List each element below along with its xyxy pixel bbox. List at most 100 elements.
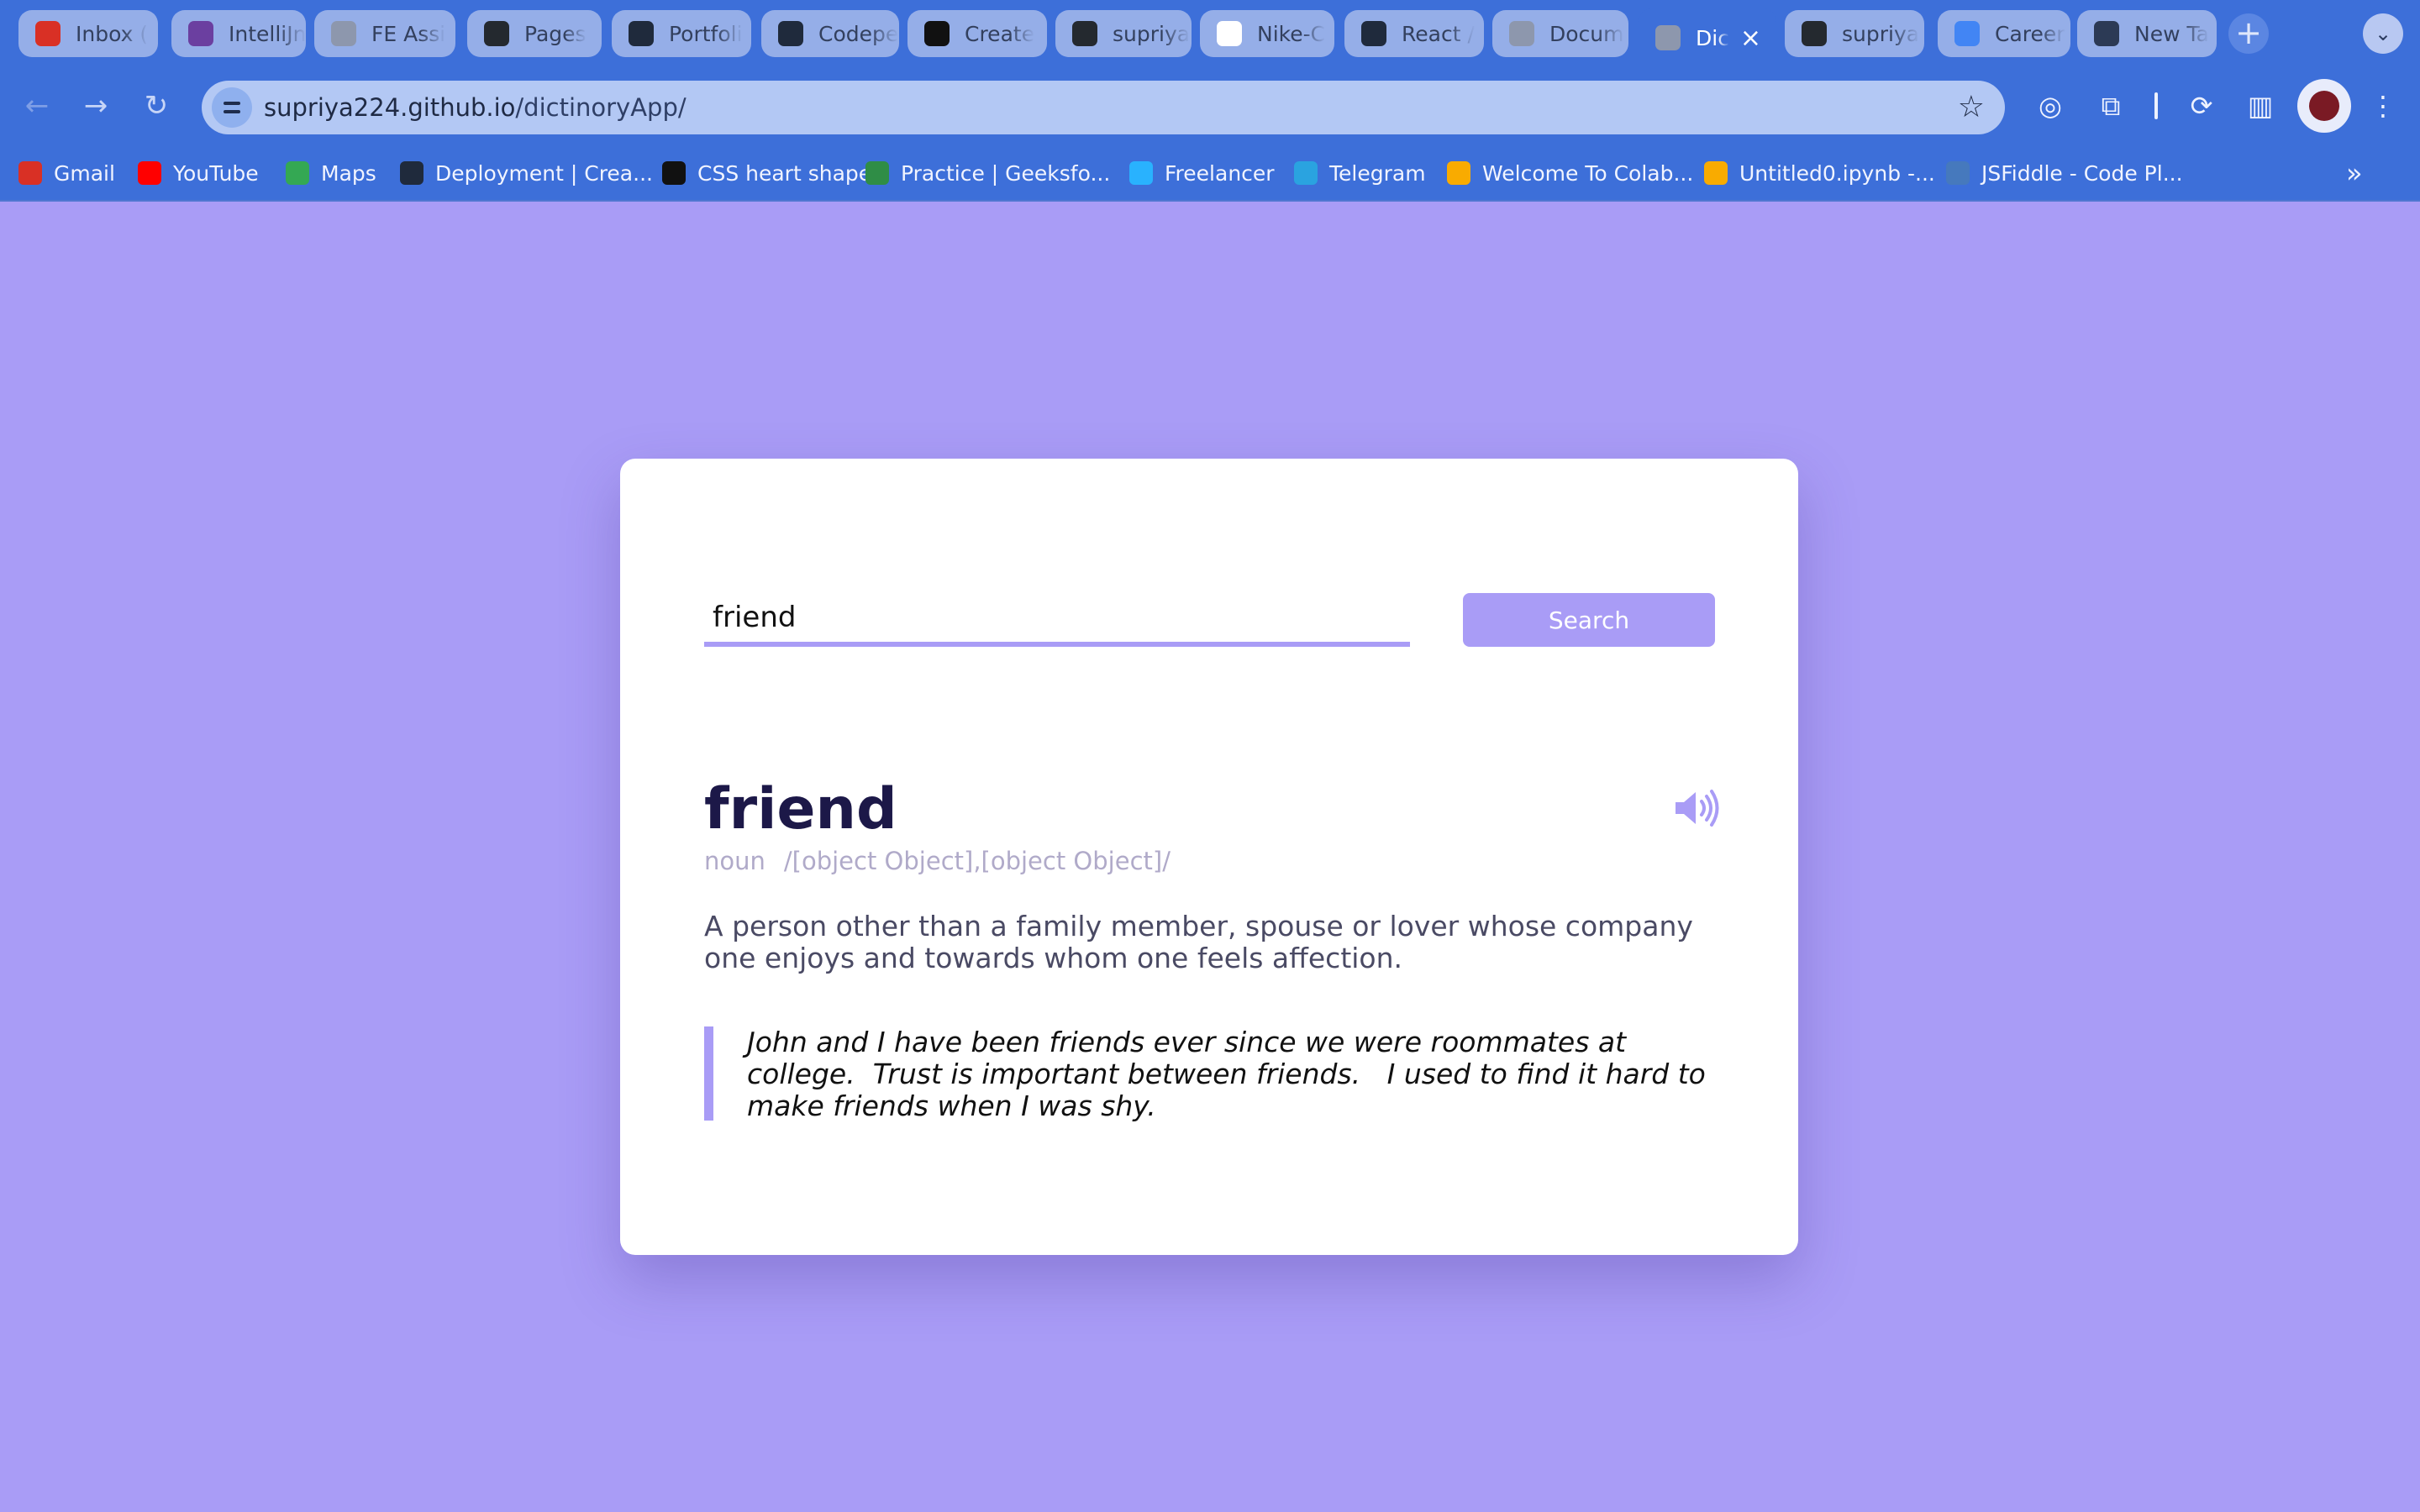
tab-7[interactable]: supriya	[1055, 10, 1192, 57]
google-icon	[1954, 21, 1980, 46]
tab-4[interactable]: Portfoli	[612, 10, 751, 57]
react-icon	[1361, 21, 1386, 46]
colab-icon	[1704, 161, 1728, 185]
site-settings-icon[interactable]	[212, 87, 252, 128]
address-bar[interactable]: supriya224.github.io/dictinoryApp/ ☆	[202, 81, 2005, 134]
bookmarks-bar: Gmail YouTube Maps Deployment | Crea... CSS …	[0, 144, 2420, 202]
youtube-icon	[138, 161, 161, 185]
github-icon	[1072, 21, 1097, 46]
tab-2[interactable]: FE Assi	[314, 10, 455, 57]
tab-11[interactable]: Dic ×	[1639, 8, 1776, 67]
bookmark-star-icon[interactable]: ☆	[1958, 81, 1985, 134]
globe-icon	[331, 21, 356, 46]
example-text: John and I have been friends ever since …	[747, 1026, 1715, 1122]
search-button[interactable]: Search	[1463, 593, 1715, 647]
phonetic: /[object Object],[object Object]/	[783, 847, 1171, 875]
tab-title: IntelliJn	[229, 21, 306, 46]
reload-icon[interactable]: ↻	[136, 86, 176, 126]
bookmark-label: Freelancer	[1165, 160, 1275, 186]
tab-title: Dic	[1696, 25, 1729, 50]
more-bookmarks-icon[interactable]: »	[2346, 156, 2363, 190]
bookmark-item[interactable]: Practice | Geeksfo...	[865, 156, 1110, 190]
bookmark-label: JSFiddle - Code Pl...	[1981, 160, 2183, 186]
bookmark-item[interactable]: Deployment | Crea...	[400, 156, 653, 190]
part-of-speech: noun	[704, 847, 765, 875]
tab-9[interactable]: React /	[1344, 10, 1484, 57]
side-panel-icon[interactable]: ▥	[2240, 86, 2281, 126]
browser-toolbar: ← → ↻ supriya224.github.io/dictinoryApp/…	[0, 67, 2420, 144]
toolbar-divider	[2154, 92, 2158, 119]
performance-icon[interactable]: ⟳	[2181, 86, 2222, 126]
tab-search-button[interactable]: ⌄	[2363, 13, 2403, 54]
bookmark-label: Untitled0.ipynb -...	[1739, 160, 1935, 186]
bookmark-item[interactable]: Gmail	[18, 156, 115, 190]
globe-icon	[1655, 25, 1681, 50]
extension-icon[interactable]: ◎	[2030, 86, 2070, 126]
tab-12[interactable]: supriya	[1785, 10, 1924, 57]
bookmark-item[interactable]: Welcome To Colab...	[1447, 156, 1693, 190]
dictionary-card: Search friend noun /[object Object],[obje…	[620, 459, 1798, 1255]
tab-title: supriya	[1842, 21, 1920, 46]
tab-1[interactable]: IntelliJn	[171, 10, 306, 57]
bookmark-label: YouTube	[173, 160, 259, 186]
search-input[interactable]	[704, 593, 1410, 647]
colab-icon	[1447, 161, 1470, 185]
tab-6[interactable]: Create	[908, 10, 1047, 57]
bookmark-item[interactable]: Freelancer	[1129, 156, 1275, 190]
examples-blockquote: John and I have been friends ever since …	[704, 1026, 1721, 1122]
tab-title: Docum	[1549, 21, 1624, 46]
tab-title: Create	[965, 21, 1035, 46]
bookmark-item[interactable]: Maps	[286, 156, 376, 190]
tab-title: Codepe	[818, 21, 899, 46]
tab-title: New Ta	[2134, 21, 2209, 46]
tab-title: Inbox (	[76, 21, 149, 46]
tab-title: Nike-C	[1257, 21, 1326, 46]
url-path: /dictinoryApp/	[515, 93, 687, 122]
maps-icon	[286, 161, 309, 185]
bookmark-item[interactable]: JSFiddle - Code Pl...	[1946, 156, 2183, 190]
tab-0[interactable]: Inbox (	[18, 10, 158, 57]
speaker-icon[interactable]	[1672, 788, 1719, 828]
new-tab-button[interactable]: +	[2228, 13, 2269, 54]
bookmark-item[interactable]: Telegram	[1294, 156, 1426, 190]
bookmark-item[interactable]: YouTube	[138, 156, 259, 190]
bookmark-label: Telegram	[1329, 160, 1426, 186]
jsfiddle-icon	[1946, 161, 1970, 185]
tab-3[interactable]: Pages	[467, 10, 602, 57]
url-text[interactable]: supriya224.github.io/dictinoryApp/	[264, 81, 687, 134]
tab-title: FE Assi	[371, 21, 446, 46]
gmail-icon	[18, 161, 42, 185]
tab-5[interactable]: Codepe	[761, 10, 899, 57]
profile-avatar[interactable]	[2297, 79, 2351, 133]
tab-14[interactable]: New Ta	[2077, 10, 2217, 57]
close-tab-icon[interactable]: ×	[1740, 24, 1761, 53]
react-icon	[778, 21, 803, 46]
bookmark-label: CSS heart shape	[697, 160, 872, 186]
back-icon[interactable]: ←	[17, 86, 57, 126]
menu-kebab-icon[interactable]: ⋮	[2363, 86, 2403, 126]
github-icon	[484, 21, 509, 46]
url-host: supriya224.github.io	[264, 93, 516, 122]
bookmark-label: Maps	[321, 160, 376, 186]
word-heading: friend	[704, 776, 897, 843]
bookmark-label: Deployment | Crea...	[435, 160, 653, 186]
intellij-icon	[188, 21, 213, 46]
nike-icon	[1217, 21, 1242, 46]
bookmark-item[interactable]: Untitled0.ipynb -...	[1704, 156, 1935, 190]
tab-title: Career	[1995, 21, 2065, 46]
tab-10[interactable]: Docum	[1492, 10, 1628, 57]
forward-icon[interactable]: →	[76, 86, 116, 126]
bookmark-label: Gmail	[54, 160, 115, 186]
chrome-icon	[2094, 21, 2119, 46]
puzzle-icon[interactable]: ⧉	[2091, 86, 2131, 126]
tab-13[interactable]: Career	[1938, 10, 2070, 57]
react-icon	[400, 161, 424, 185]
bookmark-item[interactable]: CSS heart shape	[662, 156, 871, 190]
telegram-icon	[1294, 161, 1318, 185]
tab-8[interactable]: Nike-C	[1200, 10, 1334, 57]
tab-title: supriya	[1113, 21, 1191, 46]
freelancer-icon	[1129, 161, 1153, 185]
tab-title: Pages	[524, 21, 587, 46]
tab-strip: Inbox ( IntelliJn FE Assi Pages Portfoli Code…	[0, 0, 2420, 67]
word-meta: noun /[object Object],[object Object]/	[704, 847, 1171, 875]
